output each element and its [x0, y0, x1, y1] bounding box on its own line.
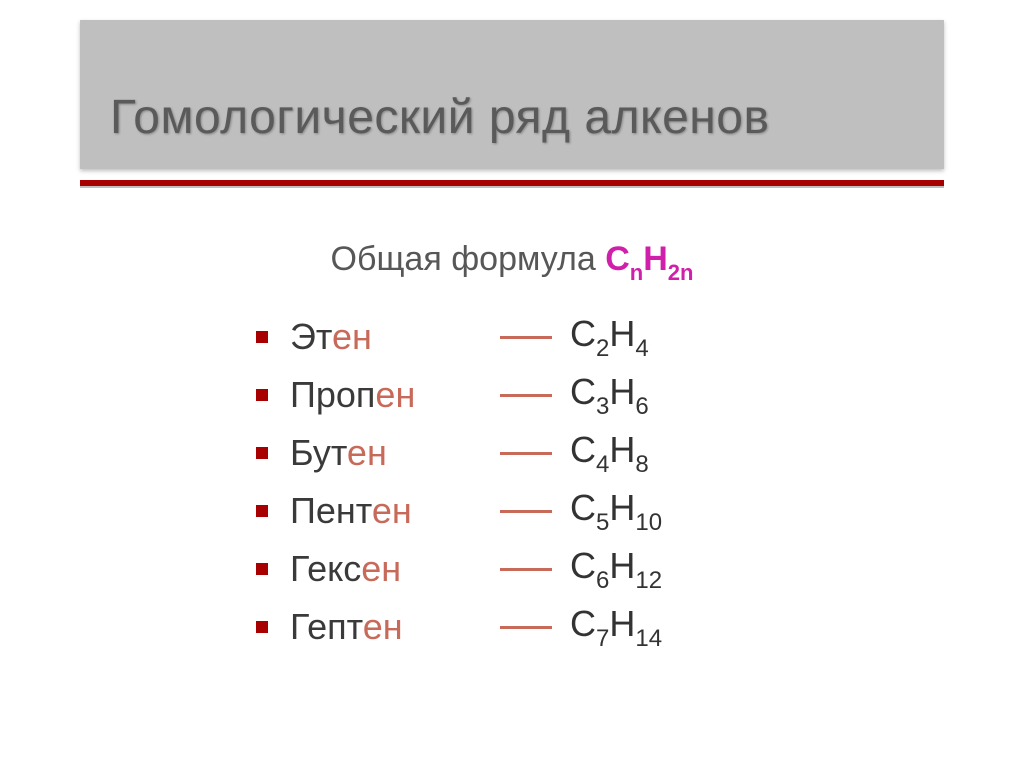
name-suffix: ен [372, 490, 412, 531]
dash-cell [500, 394, 570, 397]
dash-cell [500, 626, 570, 629]
divider-thin [80, 186, 944, 188]
sub-c: 4 [596, 451, 609, 478]
list-item: Пентен C5H10 [256, 482, 816, 540]
list-item: Пропен C3H6 [256, 366, 816, 424]
bullet-icon [256, 621, 268, 633]
compound-formula: C4H8 [570, 429, 750, 477]
compound-name: Пропен [290, 374, 500, 416]
bullet-icon [256, 563, 268, 575]
dash-cell [500, 336, 570, 339]
sub-c: 7 [596, 625, 609, 652]
name-stem: Эт [290, 316, 332, 357]
bullet-icon [256, 505, 268, 517]
homolog-list: Этен C2H4 Пропен C3H6 Бутен C4H8 Пентен … [256, 308, 816, 656]
sub-h: 4 [635, 335, 648, 362]
sub-c: 3 [596, 393, 609, 420]
name-stem: Проп [290, 374, 375, 415]
compound-name: Этен [290, 316, 500, 358]
name-suffix: ен [347, 432, 387, 473]
formula-sub-n: n [630, 260, 643, 285]
sub-c: 2 [596, 335, 609, 362]
title-block: Гомологический ряд алкенов [80, 20, 944, 169]
dash-cell [500, 510, 570, 513]
sub-h: 12 [635, 567, 662, 594]
general-formula-line: Общая формула CnH2n [0, 240, 1024, 284]
list-item: Этен C2H4 [256, 308, 816, 366]
bullet-icon [256, 389, 268, 401]
name-suffix: ен [332, 316, 372, 357]
sub-h: 14 [635, 625, 662, 652]
list-item: Гептен C7H14 [256, 598, 816, 656]
name-stem: Гепт [290, 606, 363, 647]
bullet-icon [256, 447, 268, 459]
sub-h: 8 [635, 451, 648, 478]
sub-c: 6 [596, 567, 609, 594]
name-stem: Бут [290, 432, 347, 473]
compound-formula: C3H6 [570, 371, 750, 419]
sub-c: 5 [596, 509, 609, 536]
dash-icon [500, 452, 552, 455]
slide-title: Гомологический ряд алкенов [110, 90, 914, 145]
list-item: Бутен C4H8 [256, 424, 816, 482]
name-stem: Гекс [290, 548, 361, 589]
dash-icon [500, 394, 552, 397]
compound-name: Пентен [290, 490, 500, 532]
dash-cell [500, 568, 570, 571]
compound-formula: C6H12 [570, 545, 750, 593]
bullet-icon [256, 331, 268, 343]
formula-C: C [605, 240, 630, 278]
sub-h: 6 [635, 393, 648, 420]
dash-icon [500, 510, 552, 513]
slide: Гомологический ряд алкенов Общая формула… [0, 0, 1024, 767]
compound-name: Гептен [290, 606, 500, 648]
compound-formula: C5H10 [570, 487, 750, 535]
formula-sub-2n: 2n [668, 260, 694, 285]
dash-cell [500, 452, 570, 455]
name-stem: Пент [290, 490, 372, 531]
dash-icon [500, 626, 552, 629]
name-suffix: ен [375, 374, 415, 415]
dash-icon [500, 336, 552, 339]
compound-name: Бутен [290, 432, 500, 474]
compound-formula: C7H14 [570, 603, 750, 651]
general-formula: CnH2n [605, 240, 693, 278]
formula-H: H [643, 240, 668, 278]
compound-name: Гексен [290, 548, 500, 590]
name-suffix: ен [363, 606, 403, 647]
formula-label: Общая формула [331, 240, 596, 278]
dash-icon [500, 568, 552, 571]
sub-h: 10 [635, 509, 662, 536]
name-suffix: ен [361, 548, 401, 589]
list-item: Гексен C6H12 [256, 540, 816, 598]
compound-formula: C2H4 [570, 313, 750, 361]
